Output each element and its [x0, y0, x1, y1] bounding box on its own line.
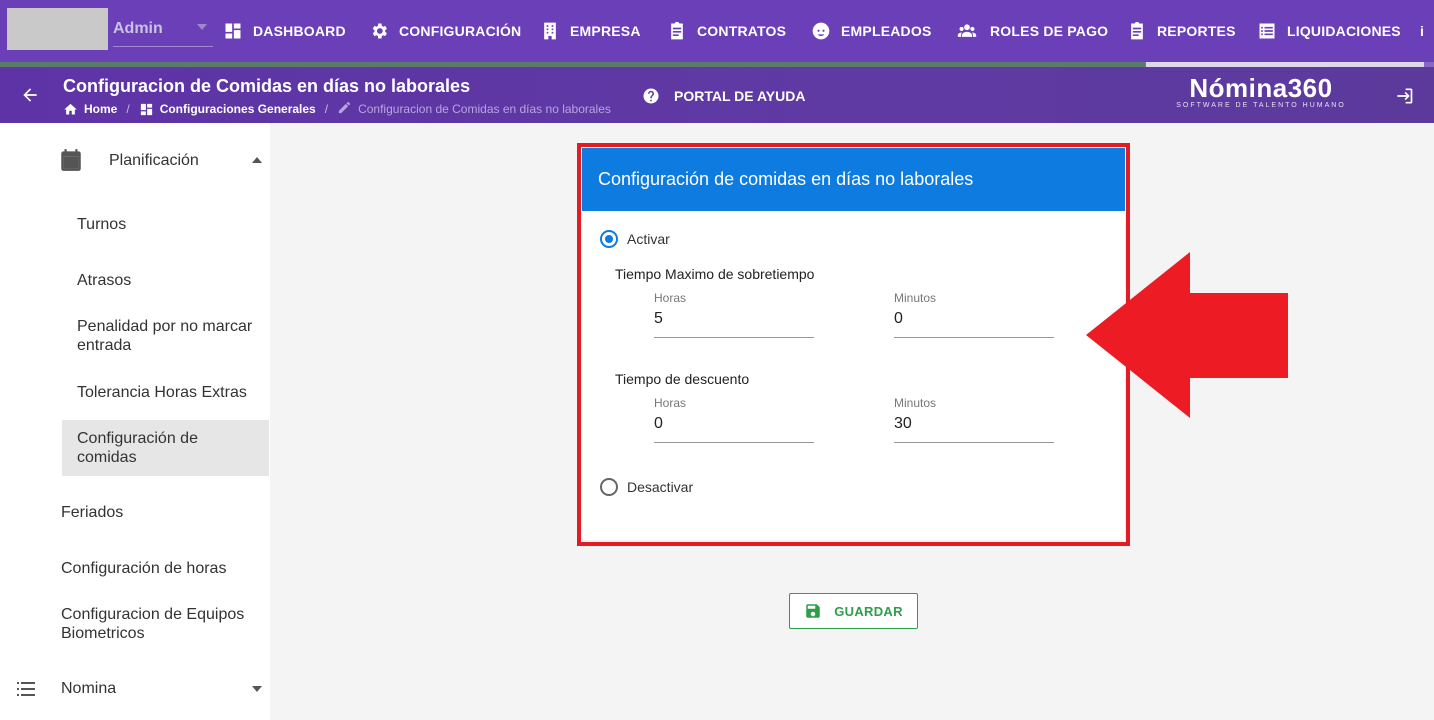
logout-icon[interactable]	[1394, 86, 1414, 106]
nav-label: CONTRATOS	[697, 23, 787, 39]
page-header: Configuracion de Comidas en días no labo…	[0, 67, 1434, 123]
sidebar-item-horas[interactable]: Configuración de horas	[61, 559, 226, 578]
nav-roles-de-pago[interactable]: ROLES DE PAGO	[954, 0, 1108, 62]
discount-section-label: Tiempo de descuento	[615, 371, 750, 387]
discount-minutes-underline	[894, 442, 1054, 443]
breadcrumb-separator: /	[324, 102, 329, 116]
nav-label: EMPLEADOS	[841, 23, 932, 39]
breadcrumb-separator: /	[126, 102, 130, 116]
discount-minutes-field[interactable]: 30	[894, 415, 912, 433]
red-arrow-icon	[1086, 252, 1288, 418]
sidebar-item-feriados[interactable]: Feriados	[61, 503, 123, 522]
deactivate-label[interactable]: Desactivar	[627, 479, 693, 495]
clipboard-icon	[671, 21, 683, 40]
calendar-icon	[61, 149, 81, 171]
nav-more[interactable]: i	[1420, 0, 1424, 62]
discount-hours-label: Horas	[654, 396, 687, 410]
chevron-down-icon	[252, 686, 262, 692]
nav-liquidaciones[interactable]: LIQUIDACIONES	[1257, 0, 1401, 62]
discount-hours-underline	[654, 442, 814, 443]
meal-config-card: Configuración de comidas en días no labo…	[582, 148, 1125, 540]
deactivate-radio[interactable]	[600, 478, 618, 496]
nav-label: LIQUIDACIONES	[1287, 23, 1401, 39]
avatar	[7, 8, 108, 50]
nav-empleados[interactable]: EMPLEADOS	[811, 0, 931, 62]
dashboard-icon	[225, 23, 241, 39]
pencil-icon	[338, 101, 351, 114]
people-icon	[957, 24, 977, 37]
activate-label[interactable]: Activar	[627, 231, 670, 247]
nav-contratos[interactable]: CONTRATOS	[667, 0, 786, 62]
overtime-hours-underline	[654, 337, 814, 338]
home-icon	[64, 103, 77, 114]
brand-name: Nómina360	[1189, 73, 1333, 103]
save-button[interactable]: GUARDAR	[789, 593, 918, 629]
sidebar-item-atrasos[interactable]: Atrasos	[77, 271, 131, 290]
nav-label: DASHBOARD	[253, 23, 346, 39]
top-navbar: Admin DASHBOARD CONFIGURACIÓN EMPRESA CO…	[0, 0, 1434, 62]
sidebar: Planificación Turnos Atrasos Penalidad p…	[0, 123, 270, 720]
help-portal-link[interactable]: PORTAL DE AYUDA	[642, 87, 805, 105]
face-icon	[812, 22, 830, 40]
breadcrumb-configuraciones[interactable]: Configuraciones Generales	[160, 102, 316, 116]
nav-empresa[interactable]: EMPRESA	[540, 0, 641, 62]
building-icon	[544, 22, 556, 40]
overtime-hours-field[interactable]: 5	[654, 310, 663, 328]
user-menu[interactable]: Admin	[7, 8, 213, 50]
discount-minutes-label: Minutos	[894, 396, 937, 410]
sidebar-group-label: Planificación	[109, 152, 199, 169]
breadcrumb-current: Configuracion de Comidas en días no labo…	[358, 102, 611, 116]
nav-reportes[interactable]: REPORTES	[1127, 0, 1236, 62]
sidebar-item-tolerancia[interactable]: Tolerancia Horas Extras	[77, 383, 247, 402]
back-arrow-icon[interactable]	[20, 85, 40, 105]
sidebar-item-penalidad[interactable]: Penalidad por no marcar entrada	[77, 317, 262, 355]
card-title: Configuración de comidas en días no labo…	[582, 148, 1125, 211]
list-icon	[1259, 23, 1275, 39]
overtime-minutes-label: Minutos	[894, 291, 937, 305]
overtime-minutes-underline	[894, 337, 1054, 338]
nav-label: CONFIGURACIÓN	[399, 23, 522, 39]
overtime-section-label: Tiempo Maximo de sobretiempo	[615, 266, 815, 282]
sidebar-item-biometricos[interactable]: Configuracion de Equipos Biometricos	[61, 605, 261, 643]
user-name: Admin	[113, 20, 163, 37]
chevron-up-icon	[252, 157, 262, 163]
gear-icon	[372, 23, 387, 39]
sidebar-item-comidas[interactable]: Configuración de comidas	[77, 429, 227, 467]
help-label: PORTAL DE AYUDA	[674, 88, 806, 104]
brand-logo: Nómina360 SOFTWARE DE TALENTO HUMANO	[1170, 73, 1352, 109]
list-icon	[17, 682, 35, 696]
sidebar-item-turnos[interactable]: Turnos	[77, 215, 126, 234]
save-label: GUARDAR	[834, 603, 903, 619]
overtime-hours-label: Horas	[654, 291, 687, 305]
breadcrumb: Home / Configuraciones Generales / Confi…	[63, 100, 611, 118]
report-icon	[1131, 21, 1143, 40]
nav-configuracion[interactable]: CONFIGURACIÓN	[369, 0, 521, 62]
user-menu-underline	[113, 46, 213, 47]
nav-dashboard[interactable]: DASHBOARD	[223, 0, 346, 62]
brand-tagline: SOFTWARE DE TALENTO HUMANO	[1176, 102, 1346, 109]
help-icon	[643, 88, 659, 104]
save-icon	[806, 604, 820, 618]
breadcrumb-home[interactable]: Home	[84, 102, 117, 116]
page-title: Configuracion de Comidas en días no labo…	[63, 76, 471, 96]
nav-label: REPORTES	[1157, 23, 1236, 39]
chevron-down-icon	[197, 24, 207, 30]
nav-label: EMPRESA	[570, 23, 641, 39]
discount-hours-field[interactable]: 0	[654, 415, 663, 433]
sidebar-group-label: Nomina	[61, 680, 117, 697]
more-icon: i	[1420, 23, 1425, 39]
overtime-minutes-field[interactable]: 0	[894, 310, 903, 328]
dashboard-icon	[140, 103, 152, 115]
activate-radio[interactable]	[600, 230, 618, 248]
nav-label: ROLES DE PAGO	[990, 23, 1109, 39]
